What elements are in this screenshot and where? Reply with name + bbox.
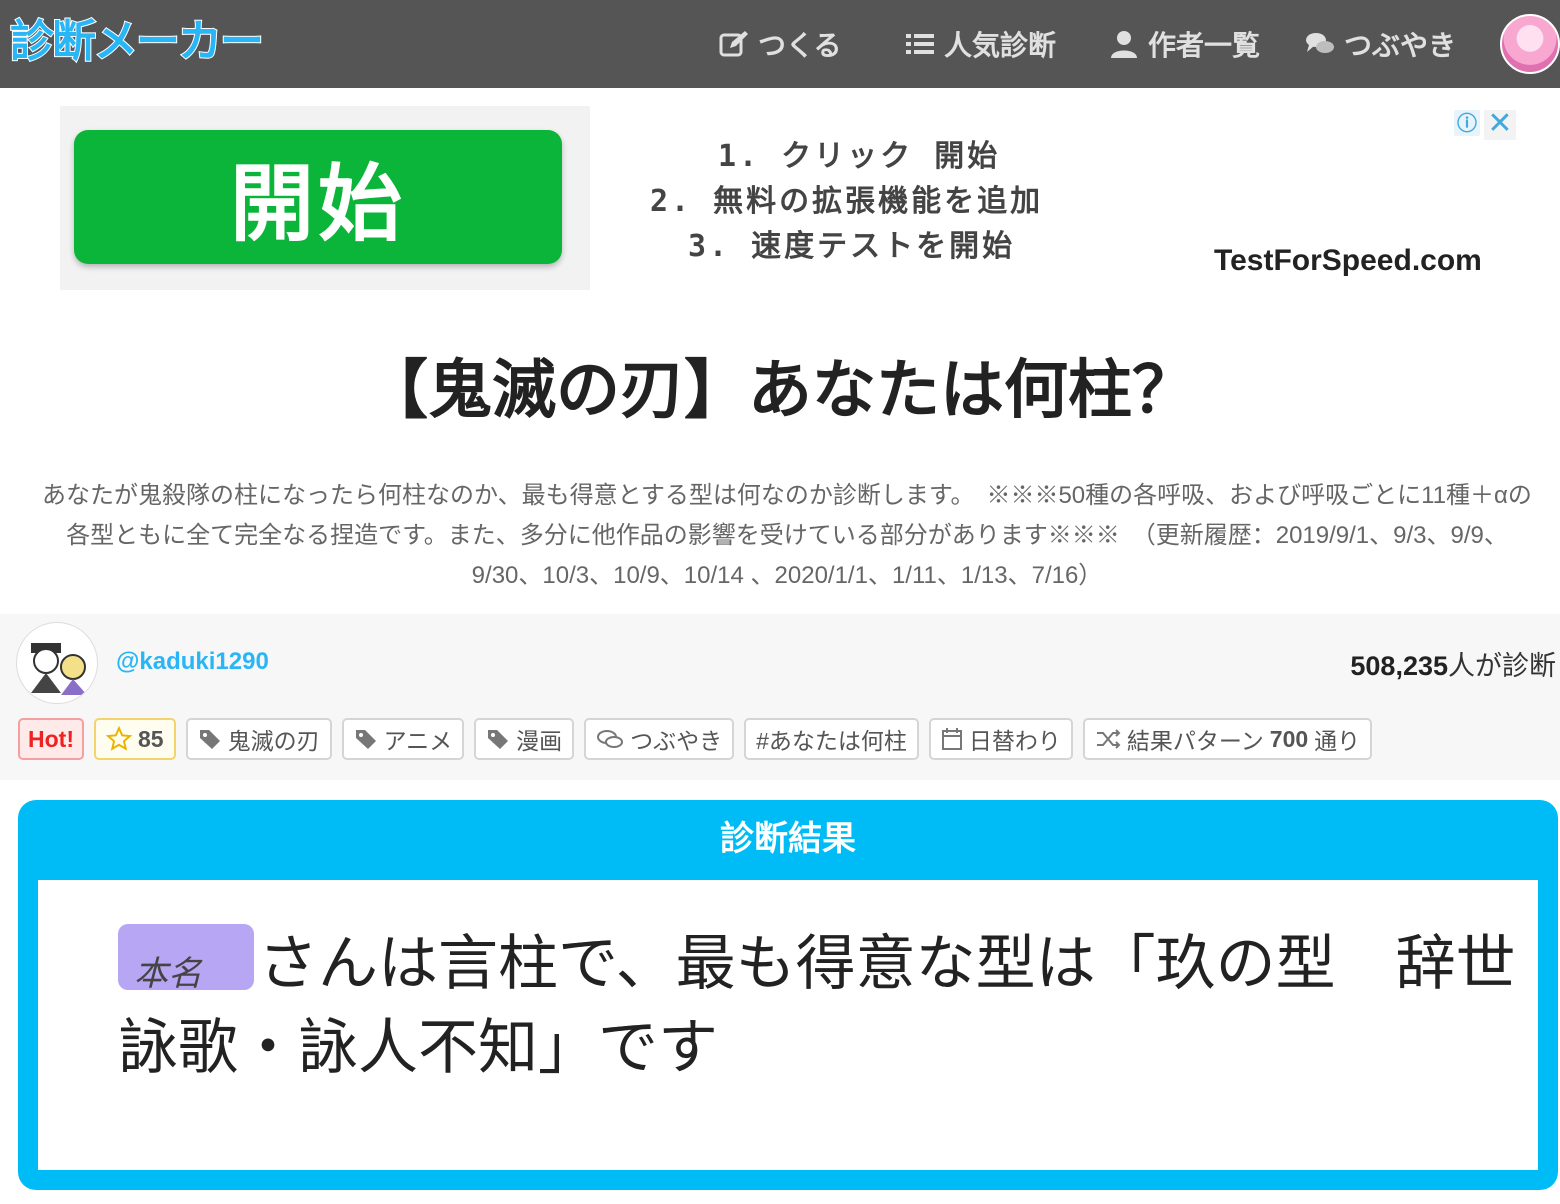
author-handle[interactable]: @kaduki1290 bbox=[116, 648, 269, 676]
tag-label: つぶやき bbox=[630, 728, 723, 754]
tag-icon bbox=[355, 730, 376, 749]
redacted-name: 本名 bbox=[134, 954, 202, 994]
result-heading: 診断結果 bbox=[720, 819, 856, 859]
favorite-button[interactable]: 85 bbox=[93, 718, 176, 760]
calendar-icon bbox=[941, 728, 962, 750]
edit-icon bbox=[719, 31, 748, 57]
nav-authors[interactable]: 作者一覧 bbox=[1108, 0, 1260, 88]
ad-step: 3. 速度テストを開始 bbox=[688, 229, 1016, 264]
tag-label: 漫画 bbox=[516, 728, 563, 754]
daily-tag: 日替わり bbox=[928, 718, 1073, 760]
advertisement[interactable]: 開始 1. クリック 開始 2. 無料の拡張機能を追加 3. 速度テストを開始 … bbox=[60, 106, 1520, 290]
result-text: さんは言柱で、最も得意な型は「玖の型 辞世詠歌・詠人不知」です bbox=[118, 929, 1516, 1083]
tag-manga[interactable]: 漫画 bbox=[474, 718, 575, 760]
diagnosis-description: あなたが鬼殺隊の柱になったら何柱なのか、最も得意とする型は何なのか診断します。 … bbox=[42, 482, 1532, 589]
patterns-count: 700 bbox=[1269, 725, 1309, 752]
chat-icon bbox=[597, 730, 624, 748]
star-icon bbox=[105, 726, 132, 751]
redacted-name-highlight: 本名 bbox=[118, 924, 254, 994]
tag-icon bbox=[488, 730, 509, 749]
ad-step: 2. 無料の拡張機能を追加 bbox=[650, 184, 1044, 219]
tag-anime[interactable]: アニメ bbox=[341, 718, 465, 760]
count-suffix: 人が診断 bbox=[1448, 651, 1556, 681]
diagnosis-meta: @kaduki1290 508,235人が診断 Hot! 85 鬼滅の刃 アニメ… bbox=[0, 614, 1560, 780]
nav-tweet[interactable]: つぶやき bbox=[1304, 0, 1456, 88]
result-text-container: 本名 さんは言柱で、最も得意な型は「玖の型 辞世詠歌・詠人不知」です bbox=[118, 922, 1518, 1090]
ad-step: 1. クリック 開始 bbox=[718, 139, 1001, 174]
tag-label: アニメ bbox=[383, 728, 453, 754]
ad-steps: 1. クリック 開始 2. 無料の拡張機能を追加 3. 速度テストを開始 bbox=[650, 134, 1043, 269]
user-avatar[interactable] bbox=[1500, 14, 1560, 74]
tweet-tag[interactable]: つぶやき bbox=[584, 718, 735, 760]
ad-domain[interactable]: TestForSpeed.com bbox=[1214, 244, 1482, 278]
result-patterns-tag: 結果パターン 700 通り bbox=[1082, 718, 1373, 760]
site-logo[interactable]: 診断メーカー bbox=[9, 12, 265, 72]
ad-close-icon[interactable]: ✕ bbox=[1484, 109, 1516, 140]
diagnosis-title: 【鬼滅の刃】あなたは何柱？ bbox=[364, 354, 1196, 428]
ad-start-button[interactable]: 開始 bbox=[74, 130, 562, 264]
hot-badge: Hot! bbox=[18, 718, 84, 760]
tag-label: 日替わり bbox=[968, 728, 1061, 754]
author-avatar-art bbox=[31, 643, 87, 695]
tag-icon bbox=[199, 730, 220, 749]
patterns-suffix: 通り bbox=[1314, 728, 1361, 754]
nav-make[interactable]: つくる bbox=[718, 0, 841, 88]
user-icon bbox=[1111, 31, 1137, 58]
count-number: 508,235 bbox=[1350, 651, 1448, 681]
shuffle-icon bbox=[1096, 729, 1121, 749]
list-icon bbox=[906, 34, 934, 54]
chat-icon bbox=[1306, 33, 1334, 53]
patterns-prefix: 結果パターン bbox=[1126, 728, 1264, 754]
favorite-count: 85 bbox=[137, 725, 164, 752]
tag-label: 鬼滅の刃 bbox=[227, 728, 320, 754]
nav-make-label: つくる bbox=[758, 29, 842, 62]
result-panel: 診断結果 本名 さんは言柱で、最も得意な型は「玖の型 辞世詠歌・詠人不知」です bbox=[18, 800, 1558, 1190]
site-header: 診断メーカー つくる 人気診断 作者一覧 つぶやき bbox=[0, 0, 1560, 88]
nav-popular[interactable]: 人気診断 bbox=[904, 0, 1056, 88]
tag-list: Hot! 85 鬼滅の刃 アニメ 漫画 つぶやき #あなたは何柱 日替わり 結果… bbox=[18, 718, 1373, 760]
ad-info-icon[interactable]: ⓘ bbox=[1454, 110, 1480, 136]
nav-authors-label: 作者一覧 bbox=[1148, 29, 1261, 62]
tag-kimetsu[interactable]: 鬼滅の刃 bbox=[185, 718, 332, 760]
nav-popular-label: 人気診断 bbox=[944, 29, 1057, 62]
diagnosis-count: 508,235人が診断 bbox=[1350, 644, 1556, 683]
nav-tweet-label: つぶやき bbox=[1344, 29, 1457, 62]
result-body: 本名 さんは言柱で、最も得意な型は「玖の型 辞世詠歌・詠人不知」です bbox=[38, 880, 1538, 1170]
author-avatar[interactable] bbox=[16, 622, 98, 704]
hashtag-tag[interactable]: #あなたは何柱 bbox=[744, 718, 919, 760]
